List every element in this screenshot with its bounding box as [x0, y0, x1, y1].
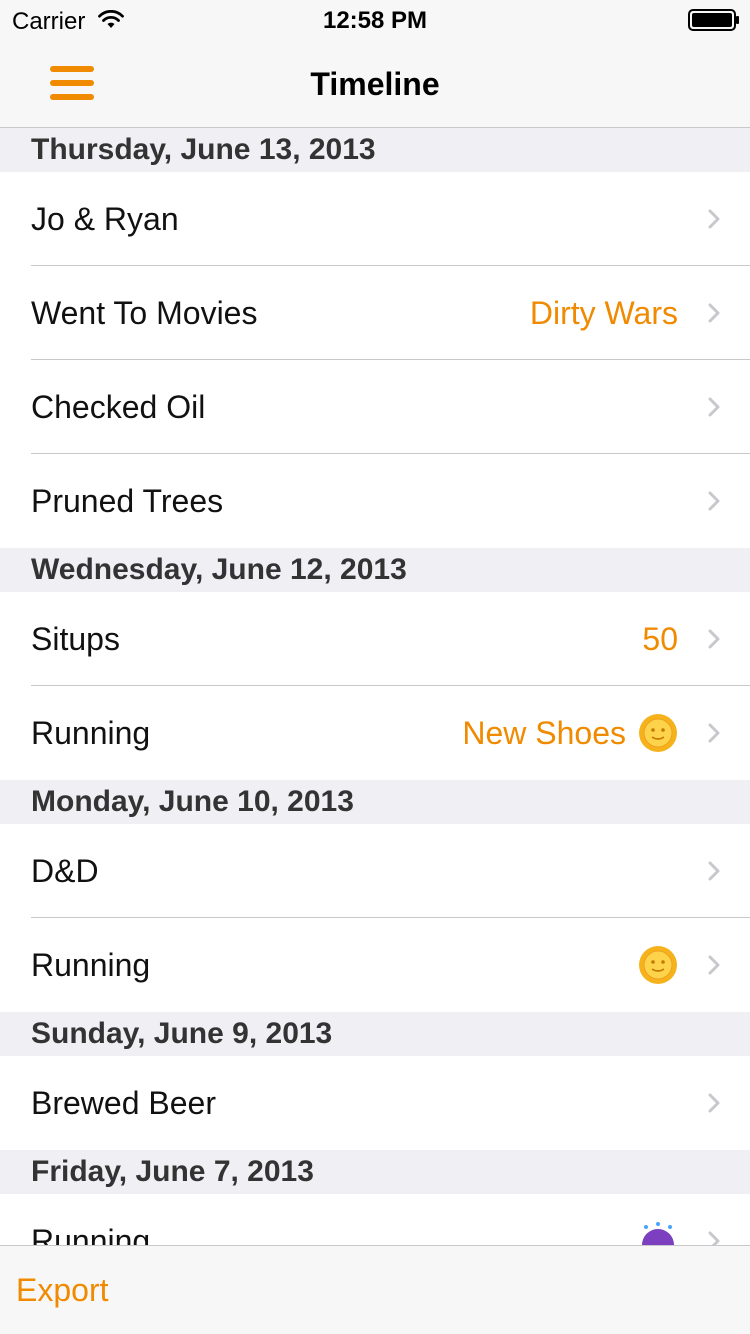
- section-header: Wednesday, June 12, 2013: [0, 548, 750, 592]
- section-header: Friday, June 7, 2013: [0, 1150, 750, 1194]
- list-item[interactable]: Running: [0, 918, 750, 1012]
- chevron-right-icon: [708, 1231, 720, 1245]
- status-bar: Carrier 12:58 PM: [0, 0, 750, 40]
- sun-with-face-icon: [639, 946, 677, 984]
- list-item[interactable]: Jo & Ryan: [0, 172, 750, 266]
- item-title: Jo & Ryan: [31, 201, 179, 237]
- item-title: Running: [31, 947, 151, 983]
- chevron-right-icon: [708, 723, 720, 743]
- list-item[interactable]: Running: [0, 1194, 750, 1245]
- chevron-right-icon: [708, 303, 720, 323]
- list-item[interactable]: D&D: [0, 824, 750, 918]
- bottom-toolbar: Export: [0, 1245, 750, 1334]
- section-header: Monday, June 10, 2013: [0, 780, 750, 824]
- chevron-right-icon: [708, 397, 720, 417]
- item-detail: New Shoes: [462, 715, 626, 751]
- status-time: 12:58 PM: [322, 7, 428, 34]
- list-item[interactable]: Brewed Beer: [0, 1056, 750, 1150]
- item-title: Situps: [31, 621, 120, 657]
- list-item[interactable]: Pruned Trees: [0, 454, 750, 548]
- section-header: Sunday, June 9, 2013: [0, 1012, 750, 1056]
- list-item[interactable]: Went To Movies Dirty Wars: [0, 266, 750, 360]
- navigation-bar: Timeline: [0, 40, 750, 128]
- item-title: Pruned Trees: [31, 483, 224, 519]
- item-title: Checked Oil: [31, 389, 206, 425]
- page-title: Timeline: [310, 66, 440, 102]
- sun-with-face-icon: [639, 714, 677, 752]
- list-item[interactable]: Running New Shoes: [0, 686, 750, 780]
- list-item[interactable]: Checked Oil: [0, 360, 750, 454]
- item-detail: Dirty Wars: [529, 295, 678, 331]
- chevron-right-icon: [708, 1093, 720, 1113]
- umbrella-with-rain-icon: [642, 1222, 674, 1245]
- section-header: Thursday, June 13, 2013: [0, 128, 750, 172]
- item-title: Went To Movies: [31, 295, 258, 331]
- item-title: Running: [31, 715, 151, 751]
- item-title: Running: [31, 1223, 151, 1245]
- chevron-right-icon: [708, 861, 720, 881]
- chevron-right-icon: [708, 209, 720, 229]
- chevron-right-icon: [708, 629, 720, 649]
- battery-icon: [688, 9, 739, 31]
- list-item[interactable]: Situps 50: [0, 592, 750, 686]
- timeline-list[interactable]: Thursday, June 13, 2013 Jo & Ryan Went T…: [0, 128, 750, 1245]
- chevron-right-icon: [708, 491, 720, 511]
- export-button[interactable]: Export: [16, 1272, 108, 1309]
- chevron-right-icon: [708, 955, 720, 975]
- item-detail: 50: [642, 621, 678, 657]
- item-title: D&D: [31, 853, 99, 889]
- item-title: Brewed Beer: [31, 1085, 216, 1121]
